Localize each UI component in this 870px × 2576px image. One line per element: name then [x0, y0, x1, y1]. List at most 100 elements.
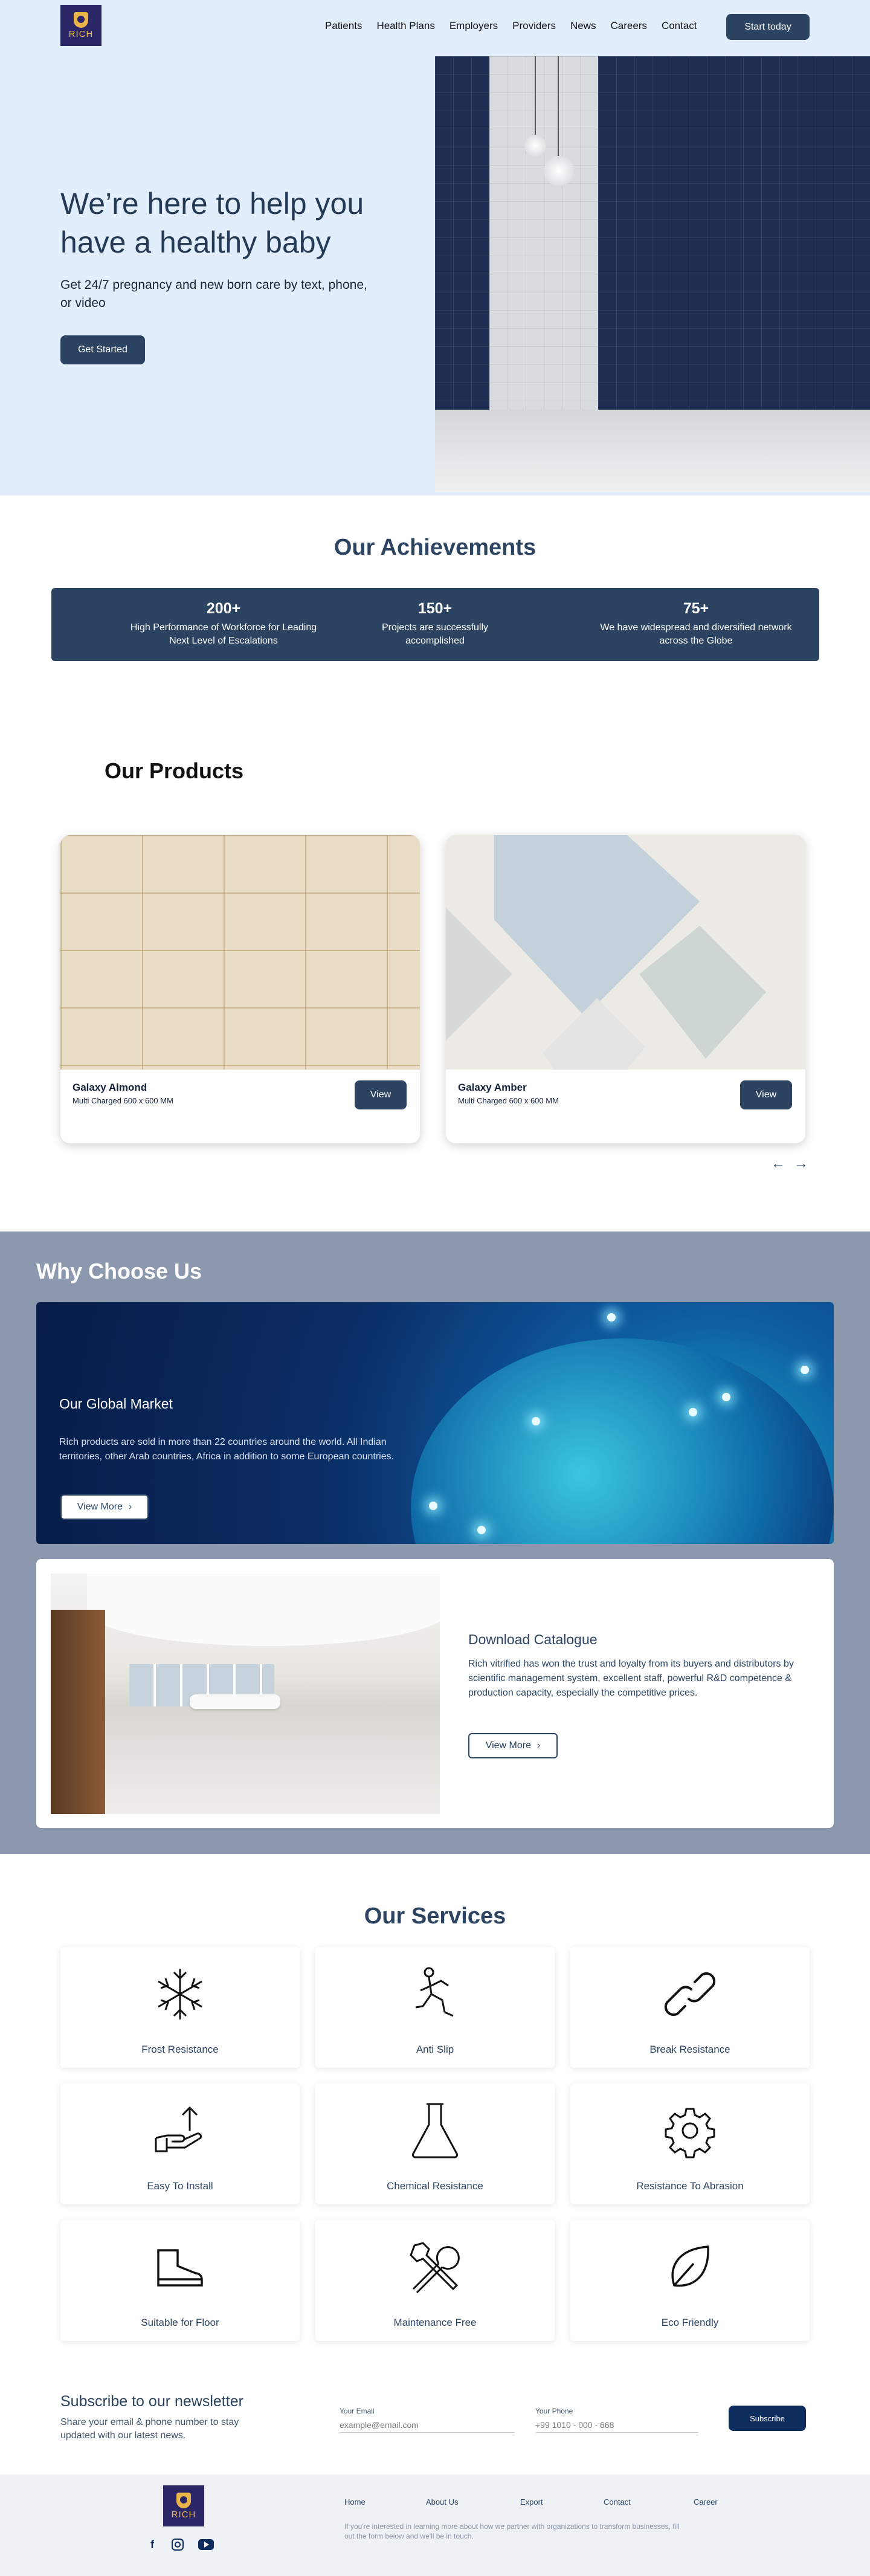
email-field[interactable] [340, 2417, 515, 2433]
start-today-button[interactable]: Start today [726, 14, 810, 40]
service-label: Easy To Install [147, 2180, 213, 2192]
phone-field[interactable] [535, 2417, 698, 2433]
tools-icon [410, 2242, 460, 2294]
product-spec: Multi Charged 600 x 600 MM [72, 1096, 173, 1105]
newsletter-title: Subscribe to our newsletter [60, 2393, 243, 2410]
footer-link-contact[interactable]: Contact [604, 2497, 631, 2507]
footer-link-home[interactable]: Home [344, 2497, 366, 2507]
nav-link-careers[interactable]: Careers [610, 20, 646, 32]
achievement-item: 200+ High Performance of Workforce for L… [124, 600, 323, 648]
service-card-eco: Eco Friendly [570, 2220, 810, 2341]
shield-icon [74, 11, 88, 28]
catalogue-title: Download Catalogue [468, 1632, 598, 1647]
nav-link-contact[interactable]: Contact [662, 20, 697, 32]
service-card-chemical: Chemical Resistance [315, 2084, 555, 2204]
nav-link-health-plans[interactable]: Health Plans [376, 20, 434, 32]
get-started-button[interactable]: Get Started [60, 335, 145, 364]
arrow-left-icon[interactable]: ← [771, 1155, 785, 1172]
logo-text: RICH [68, 28, 94, 39]
footer-logo[interactable]: RICH [163, 2485, 204, 2526]
product-card[interactable]: Galaxy Amber Multi Charged 600 x 600 MM … [446, 835, 805, 1143]
facebook-icon[interactable]: f [150, 2539, 154, 2551]
arrow-right-icon[interactable]: → [794, 1155, 808, 1172]
service-label: Resistance To Abrasion [636, 2180, 744, 2192]
footer-text: If you're interested in learning more ab… [344, 2522, 680, 2540]
globe-image [411, 1338, 834, 1544]
products-title: Our Products [105, 758, 244, 783]
view-more-label: View More [77, 1502, 123, 1512]
product-image [60, 835, 420, 1070]
achievement-item: 150+ Projects are successfully accomplis… [335, 600, 535, 648]
footer-link-export[interactable]: Export [520, 2497, 543, 2507]
product-name: Galaxy Almond [72, 1082, 147, 1093]
achievements-panel: 200+ High Performance of Workforce for L… [51, 588, 819, 661]
nav-links: Patients Health Plans Employers Provider… [325, 20, 712, 32]
achievement-desc: We have widespread and diversified netwo… [600, 622, 792, 646]
service-label: Suitable for Floor [141, 2317, 219, 2328]
service-card-frost: Frost Resistance [60, 1947, 300, 2068]
service-label: Eco Friendly [661, 2317, 719, 2328]
chevron-right-icon: › [128, 1502, 132, 1512]
achievement-desc: High Performance of Workforce for Leadin… [130, 622, 317, 646]
product-image [446, 835, 805, 1070]
service-label: Frost Resistance [141, 2044, 219, 2055]
shoe-icon [157, 2249, 203, 2287]
service-card-install: Easy To Install [60, 2084, 300, 2204]
hero-subtitle: Get 24/7 pregnancy and new born care by … [60, 278, 367, 310]
product-name: Galaxy Amber [458, 1082, 527, 1093]
view-more-button[interactable]: View More › [60, 1494, 149, 1520]
service-label: Break Resistance [649, 2044, 730, 2055]
service-card-maintenance: Maintenance Free [315, 2220, 555, 2341]
global-market-card: Our Global Market Rich products are sold… [36, 1302, 834, 1544]
view-product-button[interactable]: View [740, 1080, 792, 1109]
footer-link-career[interactable]: Career [694, 2497, 718, 2507]
logo-text: RICH [171, 2509, 196, 2520]
catalogue-card: Download Catalogue Rich vitrified has wo… [36, 1559, 834, 1828]
nav-link-patients[interactable]: Patients [325, 20, 362, 32]
global-market-title: Our Global Market [59, 1396, 173, 1412]
hero-image [435, 56, 870, 492]
catalogue-text: Rich vitrified has won the trust and loy… [468, 1659, 794, 1698]
nav-link-news[interactable]: News [570, 20, 596, 32]
view-more-label: View More [485, 1740, 531, 1751]
footer-link-about[interactable]: About Us [426, 2497, 458, 2507]
service-label: Anti Slip [416, 2044, 454, 2055]
global-market-text: Rich products are sold in more than 22 c… [59, 1437, 395, 1462]
chevron-right-icon: › [536, 1740, 541, 1751]
download-view-more-button[interactable]: View More › [468, 1733, 558, 1758]
service-card-floor: Suitable for Floor [60, 2220, 300, 2341]
view-product-button[interactable]: View [355, 1080, 407, 1109]
interior-image [51, 1574, 440, 1814]
service-card-break: Break Resistance [570, 1947, 810, 2068]
why-title: Why Choose Us [36, 1259, 202, 1283]
service-card-anti-slip: Anti Slip [315, 1947, 555, 2068]
achievement-desc: Projects are successfully accomplished [381, 622, 489, 646]
nav-link-employers[interactable]: Employers [450, 20, 498, 32]
subscribe-button[interactable]: Subscribe [729, 2406, 806, 2431]
shield-icon [176, 2492, 191, 2508]
brand-logo[interactable]: RICH [60, 5, 102, 46]
snowflake-icon [158, 1969, 202, 2019]
gear-icon [665, 2108, 715, 2158]
nav-link-providers[interactable]: Providers [512, 20, 556, 32]
hero-title: We’re here to help you have a healthy ba… [60, 187, 364, 259]
service-label: Chemical Resistance [387, 2180, 483, 2192]
achievement-value: 150+ [417, 600, 453, 617]
why-choose-us-section: Why Choose Us Our Global Market Rich pro… [0, 1232, 870, 1854]
top-navbar: RICH Patients Health Plans Employers Pro… [0, 0, 870, 54]
achievements-title: Our Achievements [334, 535, 536, 560]
youtube-icon[interactable] [198, 2539, 214, 2550]
achievement-item: 75+ We have widespread and diversified n… [596, 600, 796, 648]
footer: RICH f Home About Us Export Contact Care… [0, 2474, 870, 2576]
service-label: Maintenance Free [393, 2317, 477, 2328]
achievement-value: 75+ [683, 600, 709, 617]
instagram-icon[interactable] [172, 2539, 184, 2551]
product-spec: Multi Charged 600 x 600 MM [458, 1096, 559, 1105]
hand-arrow-icon [155, 2106, 202, 2152]
service-card-abrasion: Resistance To Abrasion [570, 2084, 810, 2204]
services-title: Our Services [364, 1903, 506, 1929]
newsletter-subtitle: Share your email & phone number to stay … [60, 2417, 239, 2441]
phone-label: Your Phone [535, 2407, 573, 2415]
email-label: Your Email [340, 2407, 375, 2415]
product-card[interactable]: Galaxy Almond Multi Charged 600 x 600 MM… [60, 835, 420, 1143]
